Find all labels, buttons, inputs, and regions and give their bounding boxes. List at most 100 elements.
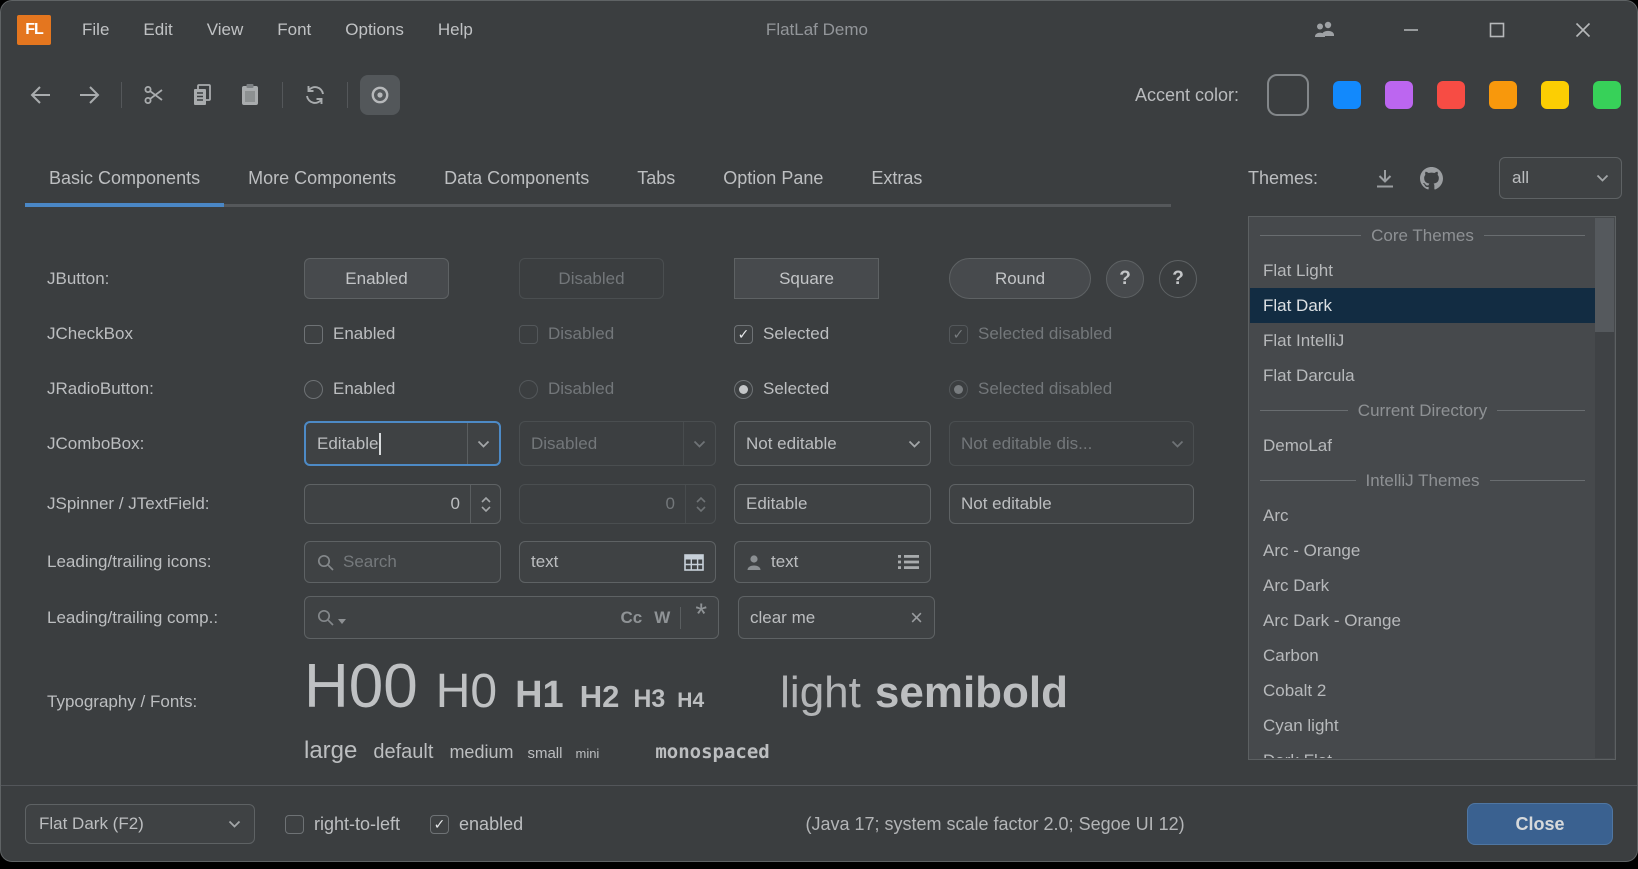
status-text: (Java 17; system scale factor 2.0; Segoe… xyxy=(523,814,1467,835)
theme-item-arc-orange[interactable]: Arc - Orange xyxy=(1250,533,1595,568)
theme-item-demolaf[interactable]: DemoLaf xyxy=(1250,428,1595,463)
help-button-outline[interactable]: ? xyxy=(1159,260,1197,298)
match-case-button[interactable]: Cc xyxy=(621,608,643,628)
enabled-checkbox[interactable]: ✓ xyxy=(430,815,449,834)
square-button[interactable]: Square xyxy=(734,258,879,299)
themes-separator: Core Themes xyxy=(1250,218,1595,253)
enabled-checkbox-group: ✓ enabled xyxy=(430,814,523,835)
menu-file[interactable]: File xyxy=(65,14,126,46)
text-input-table-icon[interactable]: text xyxy=(519,541,716,583)
menu-font[interactable]: Font xyxy=(260,14,328,46)
spinner-arrows[interactable] xyxy=(470,485,500,523)
theme-item-arc-dark[interactable]: Arc Dark xyxy=(1250,568,1595,603)
close-window-button[interactable] xyxy=(1555,9,1611,51)
paste-icon[interactable] xyxy=(230,75,270,115)
tab-tabs[interactable]: Tabs xyxy=(613,153,699,204)
refresh-icon[interactable] xyxy=(295,75,335,115)
themes-list: Core Themes Flat Light Flat Dark Flat In… xyxy=(1248,216,1616,760)
rtl-checkbox[interactable] xyxy=(285,815,304,834)
enabled-button[interactable]: Enabled xyxy=(304,258,449,299)
accent-swatch-orange[interactable] xyxy=(1489,81,1517,109)
regex-button[interactable]: * xyxy=(695,610,707,626)
maximize-button[interactable] xyxy=(1469,9,1525,51)
spinner[interactable]: 0 xyxy=(304,484,501,524)
menu-view[interactable]: View xyxy=(190,14,261,46)
theme-item-flat-dark[interactable]: Flat Dark xyxy=(1250,288,1595,323)
tab-extras[interactable]: Extras xyxy=(847,153,946,204)
themes-separator: IntelliJ Themes xyxy=(1250,463,1595,498)
radio-label: Disabled xyxy=(548,379,614,399)
theme-item-flat-intellij[interactable]: Flat IntelliJ xyxy=(1250,323,1595,358)
theme-item-flat-darcula[interactable]: Flat Darcula xyxy=(1250,358,1595,393)
text-input-user-list[interactable]: text xyxy=(734,541,931,583)
search-icon xyxy=(316,608,335,627)
textfield-editable[interactable]: Editable xyxy=(734,484,931,524)
lookandfeel-combobox[interactable]: Flat Dark (F2) xyxy=(25,804,255,844)
list-icon[interactable] xyxy=(898,554,919,570)
themes-scrollbar[interactable] xyxy=(1595,218,1614,758)
checkbox-label: Enabled xyxy=(333,324,395,344)
table-icon[interactable] xyxy=(684,554,704,571)
combobox-editable[interactable]: Editable xyxy=(304,421,501,466)
accent-swatch-red[interactable] xyxy=(1437,81,1465,109)
menu-options[interactable]: Options xyxy=(328,14,421,46)
checkbox-selected[interactable]: ✓ xyxy=(734,325,753,344)
theme-item-arc-dark-orange[interactable]: Arc Dark - Orange xyxy=(1250,603,1595,638)
accent-swatch-yellow[interactable] xyxy=(1541,81,1569,109)
theme-item-dark-flat[interactable]: Dark Flat xyxy=(1250,743,1595,758)
accent-swatch-purple[interactable] xyxy=(1385,81,1413,109)
back-icon[interactable] xyxy=(21,75,61,115)
theme-item-arc[interactable]: Arc xyxy=(1250,498,1595,533)
caret-down-icon[interactable] xyxy=(338,619,346,624)
accent-color-label: Accent color: xyxy=(1135,85,1239,106)
download-icon[interactable] xyxy=(1374,168,1396,189)
search-with-options-input[interactable]: Cc W * xyxy=(304,596,719,639)
tab-more-components[interactable]: More Components xyxy=(224,153,420,204)
spinner-value[interactable]: 0 xyxy=(316,494,470,514)
search-icon xyxy=(316,553,335,572)
accent-swatch-green[interactable] xyxy=(1593,81,1621,109)
help-button[interactable]: ? xyxy=(1106,260,1144,298)
menu-edit[interactable]: Edit xyxy=(126,14,189,46)
h00-sample: H00 xyxy=(304,651,418,722)
medium-size-sample: medium xyxy=(449,742,513,763)
h3-sample: H3 xyxy=(633,685,665,714)
github-icon[interactable] xyxy=(1420,167,1443,190)
typography-sizes-row: large default medium small mini monospac… xyxy=(47,737,770,765)
chevron-down-icon[interactable] xyxy=(898,422,930,465)
tab-basic-components[interactable]: Basic Components xyxy=(25,153,224,204)
cut-icon[interactable] xyxy=(134,75,174,115)
whole-word-button[interactable]: W xyxy=(654,608,670,628)
leading-icons-row: Leading/trailing icons: Search text text xyxy=(47,541,949,583)
theme-item-cobalt-2[interactable]: Cobalt 2 xyxy=(1250,673,1595,708)
theme-item-carbon[interactable]: Carbon xyxy=(1250,638,1595,673)
user-icon xyxy=(746,554,762,571)
clear-icon[interactable]: × xyxy=(910,607,923,629)
radio-enabled[interactable] xyxy=(304,380,323,399)
theme-item-flat-light[interactable]: Flat Light xyxy=(1250,253,1595,288)
row-label: JComboBox: xyxy=(47,434,304,454)
tab-option-pane[interactable]: Option Pane xyxy=(699,153,847,204)
search-input[interactable]: Search xyxy=(304,541,501,583)
radio-selected[interactable] xyxy=(734,380,753,399)
copy-icon[interactable] xyxy=(182,75,222,115)
menu-help[interactable]: Help xyxy=(421,14,490,46)
theme-item-cyan-light[interactable]: Cyan light xyxy=(1250,708,1595,743)
forward-icon[interactable] xyxy=(69,75,109,115)
accent-swatch-blue[interactable] xyxy=(1333,81,1361,109)
checkbox-enabled[interactable] xyxy=(304,325,323,344)
combobox-not-editable[interactable]: Not editable xyxy=(734,421,931,466)
round-button[interactable]: Round xyxy=(949,258,1091,299)
scrollbar-thumb[interactable] xyxy=(1595,218,1614,332)
default-size-sample: default xyxy=(373,741,433,764)
close-button[interactable]: Close xyxy=(1467,803,1613,845)
minimize-button[interactable] xyxy=(1383,9,1439,51)
chevron-down-icon[interactable] xyxy=(467,423,499,464)
mini-size-sample: mini xyxy=(575,746,599,761)
themes-filter-combobox[interactable]: all xyxy=(1499,157,1622,199)
clearable-input[interactable]: clear me × xyxy=(738,596,935,639)
users-icon[interactable] xyxy=(1297,9,1353,51)
accent-swatch-selected[interactable] xyxy=(1267,74,1309,116)
tab-data-components[interactable]: Data Components xyxy=(420,153,613,204)
inspect-eye-icon[interactable] xyxy=(360,75,400,115)
